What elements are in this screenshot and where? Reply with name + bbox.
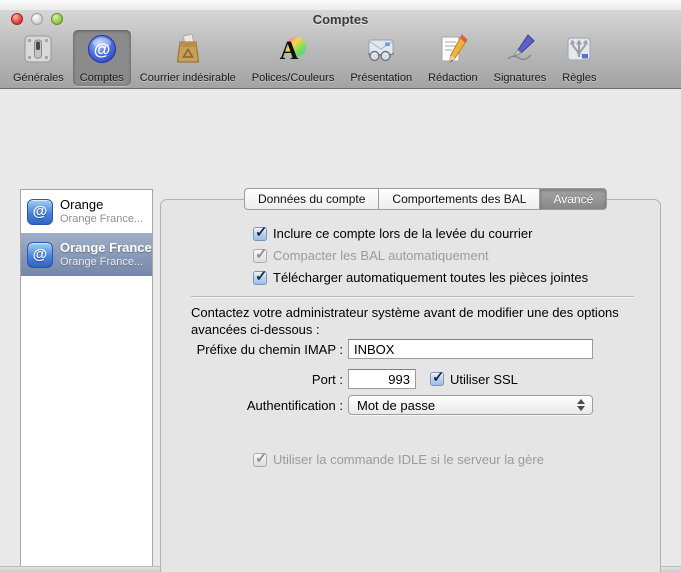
tab-comportements-des-bal[interactable]: Comportements des BAL: [379, 188, 541, 210]
popup-stepper-icon: [577, 399, 585, 411]
checkbox-checked-icon[interactable]: [430, 368, 445, 386]
toolbar-item-regles[interactable]: Règles: [555, 30, 603, 86]
advanced-panel: Inclure ce compte lors de la levée du co…: [160, 199, 661, 572]
port-label: Port :: [311, 371, 343, 387]
account-tabs: Données du compte Comportements des BAL …: [244, 188, 608, 210]
account-at-icon: [27, 241, 53, 268]
toolbar-label: Générales: [13, 72, 64, 84]
checkbox-checked-disabled-icon: [253, 449, 268, 467]
switch-icon: [24, 35, 52, 63]
signature-pen-icon: [507, 34, 535, 61]
popup-selected-value: Mot de passe: [357, 397, 436, 413]
checkbox-row-download-attachments[interactable]: Télécharger automatiquement toutes les p…: [253, 267, 589, 285]
toolbar-item-courrier-indesirable[interactable]: Courrier indésirable: [133, 30, 243, 86]
toolbar-label: Rédaction: [428, 72, 478, 84]
at-icon: @: [87, 35, 116, 63]
rules-icon: [567, 37, 591, 61]
compose-icon: [441, 34, 468, 64]
imap-prefix-label: Préfixe du chemin IMAP :: [196, 341, 343, 357]
toolbar-label: Polices/Couleurs: [251, 72, 335, 84]
authentication-row: Authentification : Mot de passe: [163, 395, 593, 415]
admin-notice: Contactez votre administrateur système a…: [191, 305, 619, 337]
checkbox-row-idle: Utiliser la commande IDLE si le serveur …: [253, 449, 544, 467]
svg-text:A: A: [280, 36, 299, 65]
preferences-toolbar: Générales @ Comptes Courrier indésirable…: [6, 30, 604, 86]
checkbox-row-compact-mailboxes: Compacter les BAL automatiquement: [253, 245, 489, 263]
checkbox-row-include-account[interactable]: Inclure ce compte lors de la levée du co…: [253, 223, 533, 241]
account-at-icon: [27, 198, 53, 225]
toolbar-item-comptes[interactable]: @ Comptes: [72, 30, 131, 86]
toolbar-label: Courrier indésirable: [139, 72, 236, 84]
checkbox-label: Télécharger automatiquement toutes les p…: [273, 270, 589, 285]
account-name: Orange France: [60, 240, 152, 255]
account-name: Orange: [60, 197, 104, 212]
authentication-popup[interactable]: Mot de passe: [348, 395, 593, 415]
window-title: Comptes: [312, 12, 369, 27]
account-detail: Orange France...: [60, 255, 144, 268]
fonts-colors-icon: A: [280, 36, 307, 65]
content-area: Orange Orange France... Orange France Or…: [0, 89, 681, 572]
ssl-checkbox-row[interactable]: Utiliser SSL: [430, 368, 518, 387]
checkbox-checked-icon[interactable]: [253, 223, 268, 241]
toolbar-item-polices-couleurs[interactable]: A Polices/Couleurs: [245, 30, 342, 86]
account-detail: Orange France...: [60, 212, 144, 225]
toolbar-label: Comptes: [79, 72, 124, 84]
toolbar-label: Règles: [562, 72, 597, 84]
toolbar-item-redaction[interactable]: Rédaction: [421, 30, 485, 86]
port-row: Port : Utiliser SSL: [163, 368, 518, 389]
account-list: Orange Orange France... Orange France Or…: [20, 189, 153, 572]
imap-prefix-row: Préfixe du chemin IMAP :: [163, 339, 593, 359]
ssl-label: Utiliser SSL: [450, 371, 518, 387]
toolbar-label: Signatures: [493, 72, 547, 84]
toolbar-item-signatures[interactable]: Signatures: [487, 30, 554, 86]
port-input[interactable]: [348, 369, 416, 389]
account-row-orange-france[interactable]: Orange France Orange France...: [21, 233, 152, 276]
separator: [191, 296, 634, 297]
checkbox-label: Utiliser la commande IDLE si le serveur …: [273, 452, 544, 467]
tab-donnees-du-compte[interactable]: Données du compte: [244, 188, 380, 210]
preferences-window: Comptes Générales @ Comptes Courrier ind…: [0, 0, 681, 572]
toolbar-label: Présentation: [350, 72, 413, 84]
junk-bag-icon: [176, 33, 199, 63]
toolbar-item-presentation[interactable]: Présentation: [343, 30, 419, 86]
tab-avance[interactable]: Avancé: [540, 188, 608, 210]
imap-prefix-input[interactable]: [348, 339, 593, 359]
envelope-glasses-icon: [367, 39, 395, 62]
checkbox-label: Inclure ce compte lors de la levée du co…: [273, 226, 533, 241]
svg-text:@: @: [93, 40, 110, 59]
checkbox-label: Compacter les BAL automatiquement: [273, 248, 489, 263]
titlebar: Comptes: [0, 9, 681, 29]
account-row-orange[interactable]: Orange Orange France...: [21, 190, 152, 233]
checkbox-checked-disabled-icon: [253, 245, 268, 263]
checkbox-checked-icon[interactable]: [253, 267, 268, 285]
authentication-label: Authentification :: [246, 397, 343, 413]
toolbar-item-generales[interactable]: Générales: [6, 30, 71, 86]
